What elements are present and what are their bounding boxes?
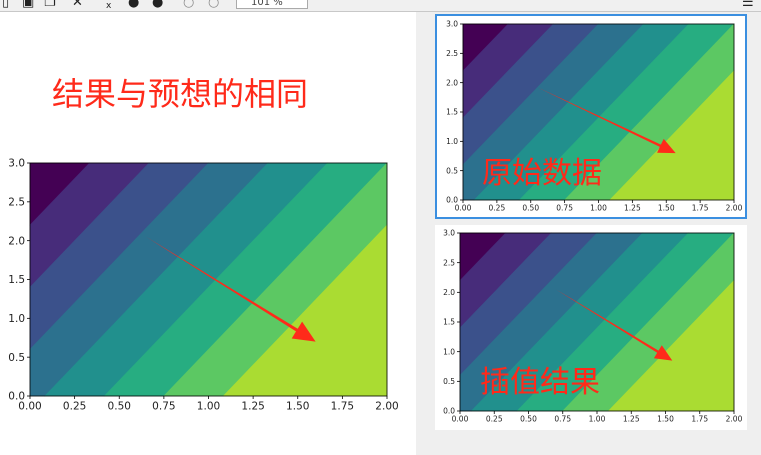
x-tick-label: 0.75: [152, 401, 175, 413]
x-tick-label: 0.50: [108, 401, 131, 413]
x-tick-label: 1.50: [286, 401, 309, 413]
thumbnail-original[interactable]: 0.00 0.25 0.50 0.75 1.00 1.25 1.50 1.75 2.00 0.0 0…: [435, 14, 747, 219]
main-contour-chart: 0.00 0.25 0.50 0.75 1.00 1.25 1.50 1.75 2.000.00…: [8, 158, 398, 413]
x-tick-label: 1.00: [589, 415, 606, 424]
zoom-out-icon[interactable]: ○: [183, 0, 194, 9]
x-tick-label: 1.75: [691, 415, 708, 424]
y-tick-label: 3.0: [443, 229, 455, 238]
y-tick-label: 2.5: [443, 258, 455, 267]
y-tick-label: 1.5: [8, 274, 25, 286]
x-tick-label: 0.75: [556, 204, 573, 213]
close-icon[interactable]: ✕: [72, 0, 83, 9]
y-tick-label: 2.5: [446, 49, 458, 58]
x-tick-label: 0.25: [63, 401, 86, 413]
x-tick-label: 1.75: [331, 401, 354, 413]
y-tick-label: 3.0: [8, 158, 25, 170]
x-tick-label: 0.50: [522, 204, 539, 213]
thumbnail-original-label: 原始数据: [482, 156, 602, 191]
viewer-toolbar: ▯ ▣ ❐ ✕ x ● ● ○ ○ 101 % ☰: [0, 0, 761, 12]
x-tick-label: 1.25: [623, 415, 640, 424]
x-tick-label: 1.00: [590, 204, 607, 213]
page-heading: 结果与预想的相同: [52, 75, 309, 113]
y-tick-label: 0.5: [443, 377, 455, 386]
copy-icon[interactable]: ❐: [44, 0, 56, 9]
x-tick-label: 2.00: [375, 401, 398, 413]
zoom-level-field[interactable]: 101 %: [236, 0, 308, 9]
y-tick-label: 0.5: [446, 166, 458, 175]
y-tick-label: 0.5: [8, 352, 25, 364]
y-tick-label: 2.0: [8, 235, 25, 247]
y-tick-label: 0.0: [443, 407, 455, 416]
menu-icon[interactable]: ☰: [742, 0, 754, 9]
x-tick-label: 1.50: [658, 204, 675, 213]
y-tick-label: 3.0: [446, 20, 458, 29]
x-tick-label: 2.00: [726, 204, 743, 213]
contour-bands: [29, 162, 388, 397]
y-tick-label: 1.0: [443, 347, 455, 356]
y-tick-label: 0.0: [446, 196, 458, 205]
y-tick-label: 2.0: [443, 288, 455, 297]
y-tick-label: 2.5: [8, 197, 25, 209]
x-tick-label: 0.00: [455, 204, 472, 213]
x-tick-label: 1.25: [624, 204, 641, 213]
x-tick-label: 1.00: [197, 401, 220, 413]
y-tick-label: 2.0: [446, 78, 458, 87]
y-tick-label: 1.5: [443, 318, 455, 327]
x-tick-label: 0.25: [486, 415, 503, 424]
y-tick-label: 0.0: [8, 391, 25, 403]
x-tick-label: 0.50: [520, 415, 537, 424]
x-tick-label: 1.50: [657, 415, 674, 424]
x-tick-label: 0.75: [554, 415, 571, 424]
y-tick-label: 1.0: [8, 313, 25, 325]
x-tick-label: 2.00: [726, 415, 743, 424]
small-close-icon[interactable]: x: [106, 0, 111, 11]
page-icon[interactable]: ▯: [2, 0, 9, 9]
zoom-in-icon[interactable]: ○: [208, 0, 219, 9]
y-tick-label: 1.5: [446, 108, 458, 117]
x-tick-label: 0.25: [489, 204, 506, 213]
x-tick-label: 1.75: [692, 204, 709, 213]
thumbnail-interpolated[interactable]: 0.00 0.25 0.50 0.75 1.00 1.25 1.50 1.75 2.00 0.0 0…: [435, 225, 747, 430]
save-icon[interactable]: ▣: [22, 0, 34, 9]
back-icon[interactable]: ●: [128, 0, 139, 9]
forward-icon[interactable]: ●: [152, 0, 163, 9]
thumbnail-interpolated-label: 插值结果: [480, 365, 600, 400]
x-tick-label: 0.00: [452, 415, 469, 424]
x-tick-label: 1.25: [241, 401, 264, 413]
y-tick-label: 1.0: [446, 137, 458, 146]
